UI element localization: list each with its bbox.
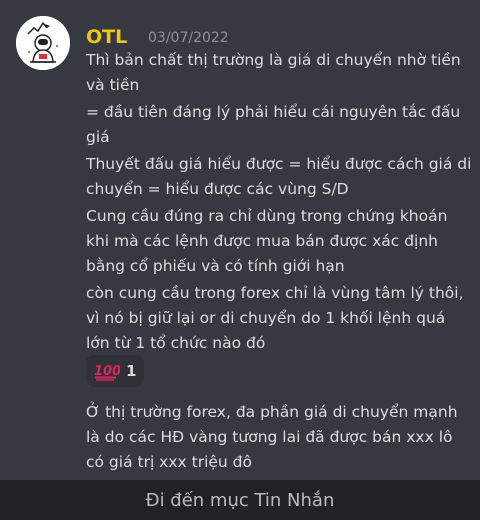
- reaction-hundred[interactable]: 100 1: [86, 355, 144, 387]
- message-body: Thì bản chất thị trường là giá di chuyển…: [86, 48, 472, 358]
- avatar[interactable]: [16, 16, 70, 70]
- username[interactable]: OTL: [86, 26, 127, 48]
- message-line: Thuyết đấu giá hiểu được = hiểu được các…: [86, 155, 472, 198]
- message: OTL 03/07/2022 Thì bản chất thị trường l…: [0, 0, 480, 480]
- message-line: Thì bản chất thị trường là giá di chuyển…: [86, 51, 461, 94]
- hundred-points-icon: 100: [94, 361, 121, 381]
- jump-to-messages-label: Đi đến mục Tin Nhắn: [145, 489, 335, 511]
- message-followup: Ở thị trường forex, đa phần giá di chuyể…: [86, 400, 472, 477]
- reaction-count: 1: [126, 362, 137, 380]
- message-line: = đầu tiên đáng lý phải hiểu cái nguyên …: [86, 103, 461, 146]
- message-line: Ở thị trường forex, đa phần giá di chuyể…: [86, 403, 458, 471]
- astronaut-avatar-icon: [16, 16, 70, 70]
- timestamp: 03/07/2022: [148, 30, 229, 46]
- message-line: Cung cầu đúng ra chỉ dùng trong chứng kh…: [86, 207, 448, 275]
- jump-to-messages-bar[interactable]: Đi đến mục Tin Nhắn: [0, 480, 480, 520]
- message-line: còn cung cầu trong forex chỉ là vùng tâm…: [86, 284, 464, 352]
